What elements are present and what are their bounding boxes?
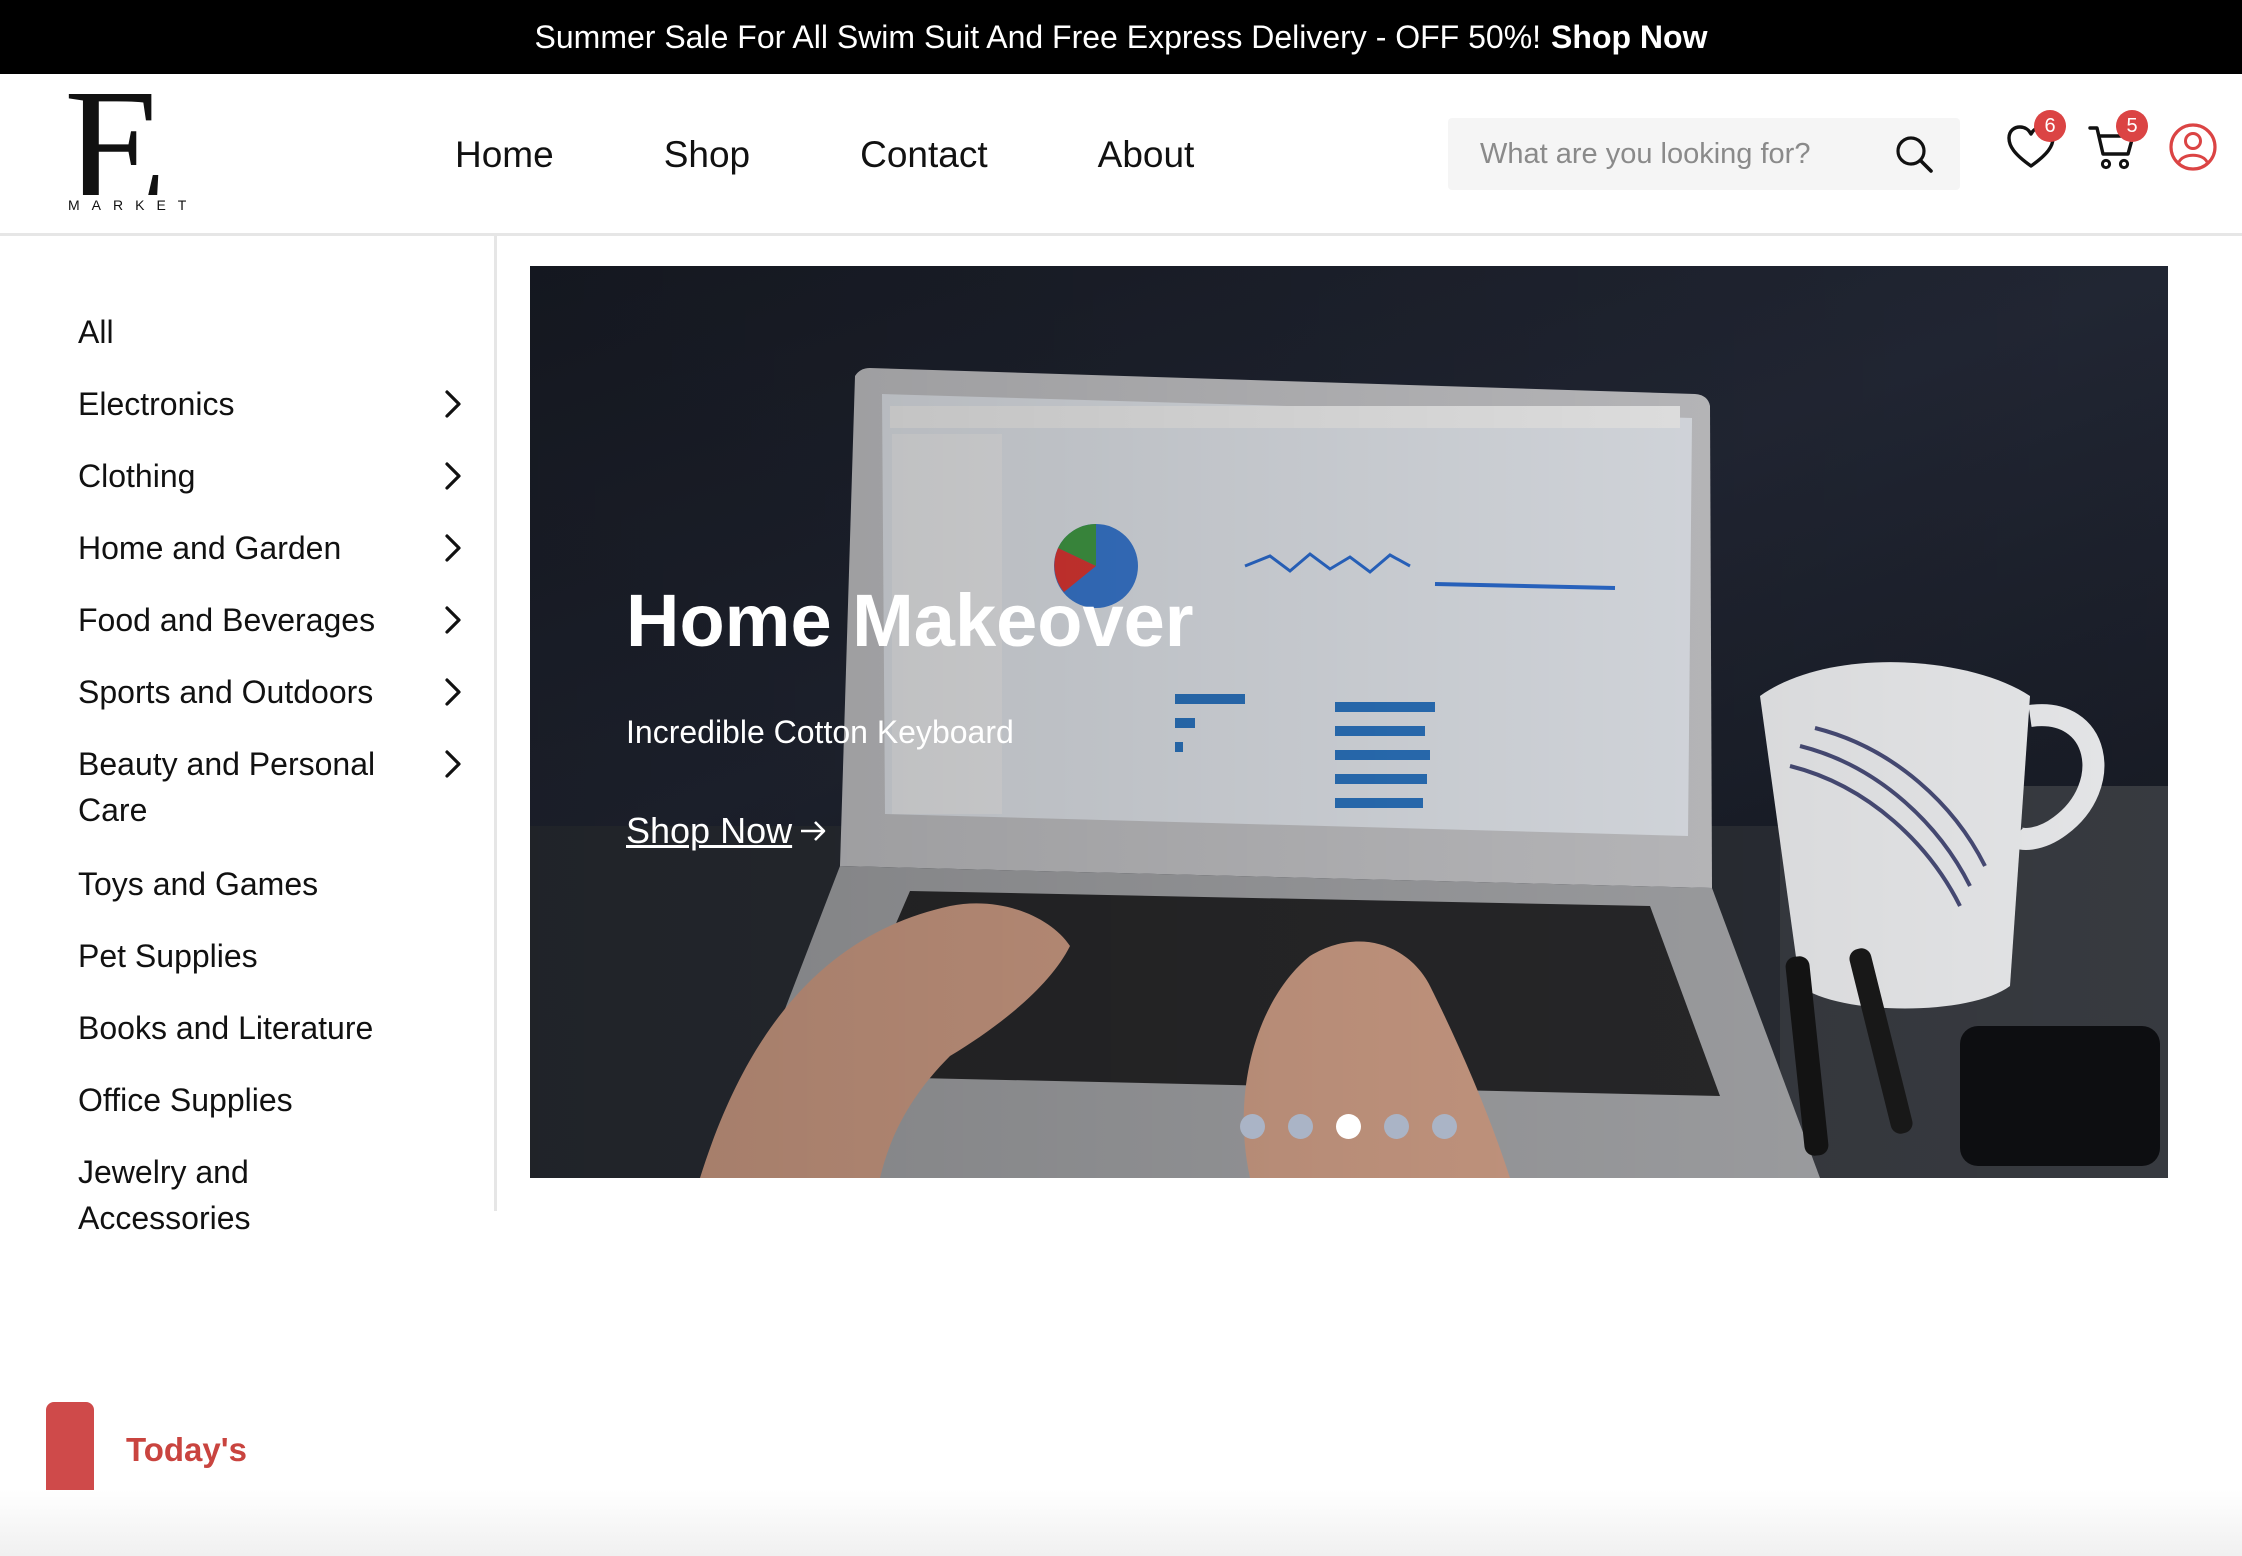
section-accent-bar [46, 1402, 94, 1498]
category-pet-supplies[interactable]: Pet Supplies [78, 933, 468, 979]
chevron-right-icon [438, 525, 468, 571]
market-logo[interactable]: E MARKET [64, 64, 199, 232]
hero-slider: Home Makeover Incredible Cotton Keyboard… [530, 266, 2168, 1178]
category-label: All [78, 314, 114, 350]
category-sidebar: All Electronics Clothing Home and Garden… [0, 236, 497, 1236]
category-food-and-beverages[interactable]: Food and Beverages [78, 597, 468, 643]
promo-message: Summer Sale For All Swim Suit And Free E… [534, 18, 1542, 55]
hero-subtitle: Incredible Cotton Keyboard [626, 714, 1014, 750]
slider-pagination [1240, 1114, 1457, 1139]
chevron-right-icon [438, 741, 468, 787]
hero-title: Home Makeover [626, 579, 1194, 662]
category-jewelry-and-accessories[interactable]: Jewelry and Accessories [78, 1149, 468, 1241]
category-label: Beauty and Personal Care [78, 746, 376, 828]
chevron-right-icon [438, 669, 468, 715]
hero-shop-now-link[interactable]: Shop Now [626, 810, 828, 852]
todays-section-header: Today's [46, 1402, 247, 1498]
category-toys-and-games[interactable]: Toys and Games [78, 861, 468, 907]
category-clothing[interactable]: Clothing [78, 453, 468, 499]
slider-dot-1[interactable] [1240, 1114, 1265, 1139]
slider-dot-2[interactable] [1288, 1114, 1313, 1139]
promo-shop-now-link[interactable]: Shop Now [1551, 19, 1707, 56]
site-header: E MARKET Home Shop Contact About 6 5 [0, 64, 2242, 236]
nav-contact[interactable]: Contact [860, 134, 988, 176]
category-label: Food and Beverages [78, 602, 376, 638]
hero-cta-label: Shop Now [626, 810, 793, 851]
logo-word: MARKET [66, 195, 199, 215]
category-sports-and-outdoors[interactable]: Sports and Outdoors [78, 669, 468, 715]
arrow-right-icon [801, 821, 826, 841]
chevron-right-icon [438, 381, 468, 427]
search-box [1448, 118, 1960, 190]
user-icon [2169, 123, 2217, 171]
wishlist-button[interactable]: 6 [2004, 110, 2066, 174]
promo-banner: Summer Sale For All Swim Suit And Free E… [0, 0, 2242, 74]
category-electronics[interactable]: Electronics [78, 381, 468, 427]
slider-dot-5[interactable] [1432, 1114, 1457, 1139]
category-label: Pet Supplies [78, 938, 258, 974]
category-beauty-and-personal-care[interactable]: Beauty and Personal Care [78, 741, 468, 833]
slider-dot-4[interactable] [1384, 1114, 1409, 1139]
section-label: Today's [126, 1431, 247, 1468]
category-all[interactable]: All [78, 309, 468, 355]
category-office-supplies[interactable]: Office Supplies [78, 1077, 468, 1123]
category-books-and-literature[interactable]: Books and Literature [78, 1005, 468, 1051]
category-label: Electronics [78, 386, 235, 422]
category-label: Books and Literature [78, 1010, 374, 1046]
nav-about[interactable]: About [1098, 134, 1195, 176]
cart-button[interactable]: 5 [2086, 110, 2148, 174]
slider-dot-3[interactable] [1336, 1114, 1361, 1139]
chevron-right-icon [438, 453, 468, 499]
nav-home[interactable]: Home [455, 134, 554, 176]
chevron-right-icon [438, 597, 468, 643]
category-home-and-garden[interactable]: Home and Garden [78, 525, 468, 571]
category-label: Home and Garden [78, 530, 342, 566]
category-label: Jewelry and Accessories [78, 1154, 251, 1236]
account-button[interactable] [2166, 120, 2220, 174]
nav-shop[interactable]: Shop [664, 134, 750, 176]
bottom-fade [0, 1490, 2242, 1556]
wishlist-count-badge: 6 [2034, 110, 2066, 142]
cart-count-badge: 5 [2116, 110, 2148, 142]
category-label: Clothing [78, 458, 196, 494]
category-label: Office Supplies [78, 1082, 293, 1118]
search-icon[interactable] [1894, 134, 1934, 174]
main-nav: Home Shop Contact About [455, 74, 1194, 236]
search-input[interactable] [1448, 118, 1868, 190]
category-label: Sports and Outdoors [78, 674, 374, 710]
category-label: Toys and Games [78, 866, 319, 902]
